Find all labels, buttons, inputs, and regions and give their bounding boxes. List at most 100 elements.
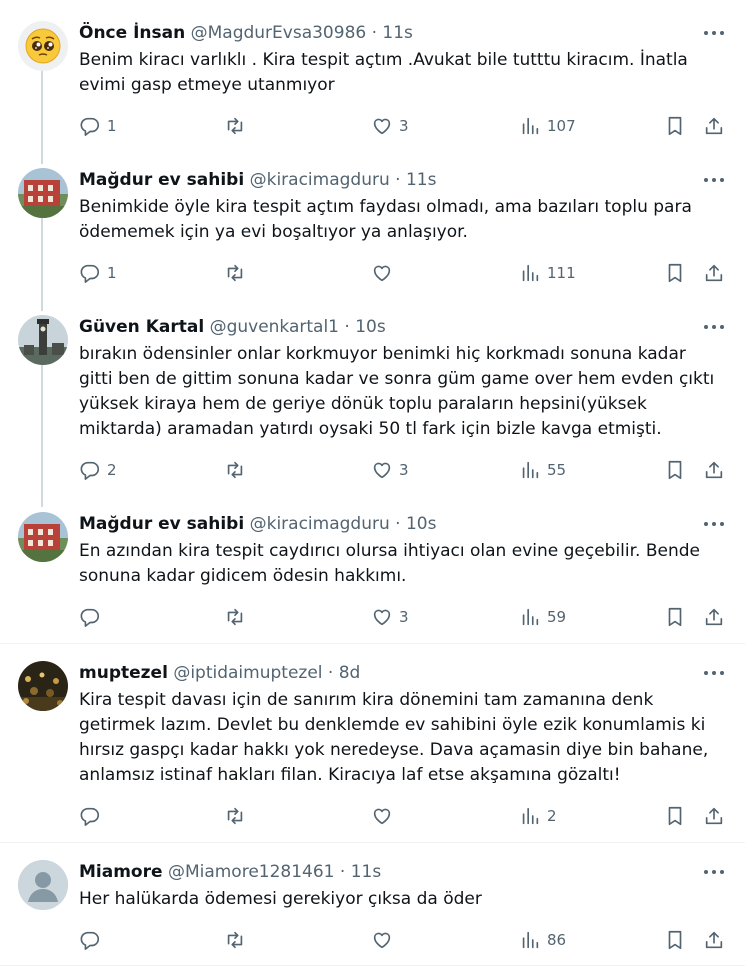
user-handle[interactable]: @guvenkartal1 [210,317,339,337]
share-button[interactable] [703,114,725,138]
bookmark-button[interactable] [664,261,686,285]
timestamp[interactable]: 10s [355,317,386,337]
more-options-icon[interactable] [703,864,725,880]
share-button[interactable] [703,928,725,952]
avatar[interactable] [18,315,68,365]
reply-post[interactable]: Önce İnsan @MagdurEvsa30986 · 11s Benim … [0,21,745,146]
view-count: 111 [547,264,576,282]
like-button[interactable] [371,261,399,285]
more-options-icon[interactable] [703,172,725,188]
like-button[interactable]: 3 [371,458,409,482]
retweet-button[interactable] [224,928,252,952]
retweet-icon [227,264,243,282]
reply-post[interactable]: Mağdur ev sahibi @kiracimagduru · 10s En… [0,512,745,637]
reply-icon [80,807,100,826]
display-name[interactable]: Miamore [79,862,163,882]
retweet-button[interactable] [224,458,252,482]
more-options-icon[interactable] [703,319,725,335]
timestamp[interactable]: 11s [382,23,413,43]
reply-icon [80,608,100,627]
user-handle[interactable]: @MagdurEvsa30986 [191,23,367,43]
timestamp[interactable]: 8d [339,663,361,683]
display-name[interactable]: Önce İnsan [79,23,185,43]
share-button[interactable] [703,804,725,828]
views-button[interactable]: 107 [519,114,576,138]
reply-button[interactable] [79,804,107,828]
heart-icon [373,462,391,479]
bookmark-button[interactable] [664,458,686,482]
reply-post[interactable]: Miamore @Miamore1281461 · 11s Her halüka… [0,860,745,960]
views-button[interactable]: 86 [519,928,566,952]
post-text: Benimkide öyle kira tespit açtım faydası… [79,197,692,242]
user-handle[interactable]: @iptidaimuptezel [173,663,322,683]
views-button[interactable]: 55 [519,458,566,482]
avatar[interactable] [18,21,68,71]
views-chart-icon [522,931,539,949]
user-handle[interactable]: @kiracimagduru [250,514,390,534]
reply-button[interactable]: 1 [79,261,117,285]
avatar[interactable] [18,860,68,910]
more-options-icon[interactable] [703,25,725,41]
reply-button[interactable]: 1 [79,114,117,138]
views-chart-icon [522,807,539,825]
reply-post[interactable]: muptezel @iptidaimuptezel · 8d Kira tesp… [0,661,745,831]
separator-dot: · [395,514,401,534]
reply-post[interactable]: Mağdur ev sahibi @kiracimagduru · 11s Be… [0,168,745,293]
share-button[interactable] [703,605,725,629]
divider [0,965,745,966]
divider [0,842,745,843]
user-handle[interactable]: @Miamore1281461 [168,862,335,882]
bookmark-button[interactable] [664,114,686,138]
post-header: Miamore @Miamore1281461 · 11s [79,860,381,884]
retweet-button[interactable] [224,605,252,629]
timestamp[interactable]: 10s [406,514,437,534]
views-chart-icon [522,608,539,626]
avatar[interactable] [18,512,68,562]
reply-button[interactable] [79,605,107,629]
bookmark-button[interactable] [664,928,686,952]
retweet-button[interactable] [224,114,252,138]
bookmark-button[interactable] [664,804,686,828]
retweet-button[interactable] [224,261,252,285]
divider [0,643,745,644]
retweet-button[interactable] [224,804,252,828]
views-button[interactable]: 2 [519,804,557,828]
reply-button[interactable] [79,928,107,952]
display-name[interactable]: muptezel [79,663,168,683]
retweet-icon [227,461,243,479]
more-options-icon[interactable] [703,665,725,681]
action-bar: 2 3 55 [79,458,729,482]
more-options-icon[interactable] [703,516,725,532]
separator-dot: · [339,862,346,882]
like-count: 3 [399,608,409,626]
reply-post[interactable]: Güven Kartal @guvenkartal1 · 10s bırakın… [0,315,745,487]
clock-tower-photo [18,315,68,365]
post-header: Mağdur ev sahibi @kiracimagduru · 11s [79,168,436,192]
avatar[interactable] [18,661,68,711]
views-button[interactable]: 59 [519,605,566,629]
like-button[interactable] [371,804,399,828]
bookmark-icon [668,460,682,480]
views-chart-icon [522,461,539,479]
display-name[interactable]: Mağdur ev sahibi [79,170,244,190]
avatar[interactable] [18,168,68,218]
bookmark-button[interactable] [664,605,686,629]
display-name[interactable]: Güven Kartal [79,317,204,337]
like-button[interactable]: 3 [371,114,409,138]
share-button[interactable] [703,458,725,482]
reply-button[interactable]: 2 [79,458,117,482]
display-name[interactable]: Mağdur ev sahibi [79,514,244,534]
like-button[interactable] [371,928,399,952]
views-button[interactable]: 111 [519,261,576,285]
retweet-icon [227,608,243,626]
reply-icon [80,264,100,283]
share-icon [705,807,723,825]
timestamp[interactable]: 11s [406,170,437,190]
bookmark-icon [668,116,682,136]
reply-icon [80,461,100,480]
share-button[interactable] [703,261,725,285]
like-button[interactable]: 3 [371,605,409,629]
reply-count: 1 [107,264,117,282]
timestamp[interactable]: 11s [351,862,382,882]
user-handle[interactable]: @kiracimagduru [250,170,390,190]
